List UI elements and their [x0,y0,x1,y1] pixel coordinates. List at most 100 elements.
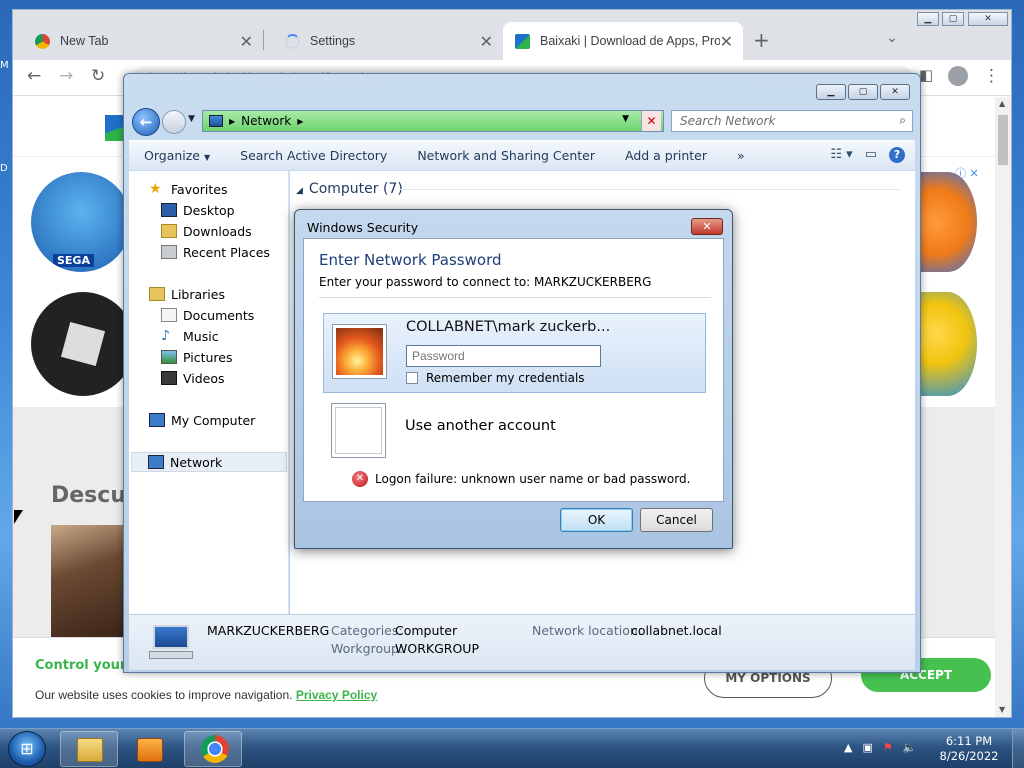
nav-label: Desktop [183,202,235,218]
nav-favorites[interactable]: ★ Favorites [149,179,227,199]
sonic-app-icon[interactable]: SEGA [31,172,131,272]
scrollbar-thumb[interactable] [998,115,1008,165]
article-thumbnail[interactable] [51,525,126,637]
nav-label: Recent Places [183,244,270,260]
nav-libraries[interactable]: Libraries [149,284,225,304]
search-icon[interactable]: ⌕ [899,113,906,128]
show-desktop-button[interactable] [1012,729,1024,768]
ok-button[interactable]: OK [560,508,633,532]
reload-icon[interactable]: ↻ [91,66,105,86]
workgroup-value: WORKGROUP [395,641,479,656]
group-header-label: Computer (7) [308,181,403,197]
nav-documents[interactable]: Documents [161,305,254,325]
network-tray-icon[interactable]: ▣ [862,741,872,754]
tab-strip: New Tab ✕ Settings ✕ Baixaki | Download … [13,10,1011,60]
credential-tile-selected[interactable]: COLLABNET\mark zuckerb... Remember my cr… [323,313,706,393]
taskbar-chrome-button[interactable] [184,731,242,767]
close-tab-icon[interactable]: ✕ [240,32,253,52]
star-icon: ★ [149,181,162,197]
volume-icon[interactable]: 🔈 [903,741,917,754]
minimize-button[interactable]: ▁ [917,12,939,26]
explorer-address-bar[interactable]: ▶ Network ▶ ▼ ✕ [202,110,664,132]
forward-button[interactable] [162,110,186,134]
close-button[interactable]: ✕ [880,84,910,100]
password-input[interactable] [406,345,601,367]
breadcrumb-separator-icon[interactable]: ▶ [297,117,303,126]
roblox-app-icon[interactable] [31,292,135,396]
media-player-icon [137,738,163,762]
collapse-triangle-icon[interactable]: ◢ [296,186,303,196]
breadcrumb-separator-icon[interactable]: ▶ [229,117,235,126]
tab-search-chevron-icon[interactable]: ⌄ [886,30,898,46]
nav-downloads[interactable]: Downloads [161,221,252,241]
nav-label: Documents [183,307,255,323]
nav-videos[interactable]: Videos [161,368,225,388]
scroll-down-icon[interactable]: ▼ [999,705,1005,714]
taskbar-media-player-button[interactable] [122,731,180,767]
show-hidden-icons-icon[interactable]: ▲ [844,741,852,754]
help-icon[interactable]: ? [889,147,905,163]
back-arrow-icon[interactable]: ← [27,66,41,86]
side-panel-icon[interactable]: ◧ [919,66,933,84]
nav-music[interactable]: ♪ Music [161,326,219,346]
close-tab-icon[interactable]: ✕ [480,32,493,52]
dialog-heading: Enter Network Password [319,251,502,269]
taskbar-explorer-button[interactable] [60,731,118,767]
start-button-windows-icon[interactable]: ⊞ [8,731,46,767]
network-sharing-center-button[interactable]: Network and Sharing Center [417,148,595,163]
close-button[interactable]: ✕ [968,12,1008,26]
new-tab-button[interactable]: + [753,28,770,52]
app-icon-fragment[interactable] [919,292,977,396]
app-icon-fragment[interactable] [919,172,977,272]
address-dropdown-icon[interactable]: ▼ [622,114,629,124]
tab-new-tab[interactable]: New Tab ✕ [13,22,263,60]
network-location-label: Network location: [532,623,642,638]
privacy-policy-link[interactable]: Privacy Policy [296,688,377,702]
search-active-directory-button[interactable]: Search Active Directory [240,148,387,163]
ad-choices-icon[interactable]: ⓘ ✕ [955,165,979,181]
change-view-icon[interactable]: ☷ ▾ [830,147,852,163]
nav-pictures[interactable]: Pictures [161,347,233,367]
tab-baixaki[interactable]: Baixaki | Download de Apps, Proc ✕ [503,22,743,60]
action-center-flag-icon[interactable]: ⚑ [883,741,893,754]
page-scrollbar[interactable]: ▲ ▼ [995,97,1011,717]
close-tab-icon[interactable]: ✕ [720,32,733,52]
network-icon [148,455,164,469]
nav-recent-places[interactable]: Recent Places [161,242,270,262]
nav-label: Network [170,454,223,470]
maximize-button[interactable]: ▢ [942,12,964,26]
profile-avatar-icon[interactable] [948,66,968,86]
tab-label: Settings [310,34,356,48]
cookie-text: Our website uses cookies to improve navi… [35,688,377,702]
clock-date: 8/26/2022 [939,749,999,763]
add-printer-button[interactable]: Add a printer [625,148,707,163]
scroll-up-icon[interactable]: ▲ [999,99,1005,108]
use-another-account-tile[interactable]: Use another account [323,401,706,463]
recent-pages-dropdown-icon[interactable]: ▼ [188,114,195,124]
stop-icon[interactable]: ✕ [641,111,661,131]
forward-arrow-icon[interactable]: → [59,66,73,86]
back-button[interactable]: ← [132,108,160,136]
more-commands-button[interactable]: » [737,148,745,163]
cancel-button[interactable]: Cancel [640,508,713,532]
loading-spinner-icon [285,33,300,49]
nav-my-computer[interactable]: My Computer [149,410,255,430]
navigation-pane: ★ Favorites Desktop Downloads Recent Plac… [129,171,289,614]
nav-network[interactable]: Network [131,452,287,472]
search-network-input[interactable]: Search Network ⌕ [671,110,913,132]
tab-settings[interactable]: Settings ✕ [263,22,503,60]
mouse-cursor-icon [14,510,23,524]
remember-credentials-label[interactable]: Remember my credentials [426,371,585,385]
maximize-button[interactable]: ▢ [848,84,878,100]
nav-desktop[interactable]: Desktop [161,200,235,220]
menu-kebab-icon[interactable]: ⋮ [983,66,1000,86]
group-header-computer[interactable]: ◢ Computer (7) [296,181,403,197]
minimize-button[interactable]: ▁ [816,84,846,100]
close-button[interactable]: ✕ [691,218,723,235]
baixaki-favicon-icon [515,33,530,49]
breadcrumb-network[interactable]: Network [241,114,291,128]
remember-credentials-checkbox[interactable] [406,372,418,384]
clock[interactable]: 6:11 PM 8/26/2022 [934,734,1004,764]
preview-pane-icon[interactable]: ▭ [865,147,877,163]
organize-menu[interactable]: Organize ▼ [144,148,210,163]
